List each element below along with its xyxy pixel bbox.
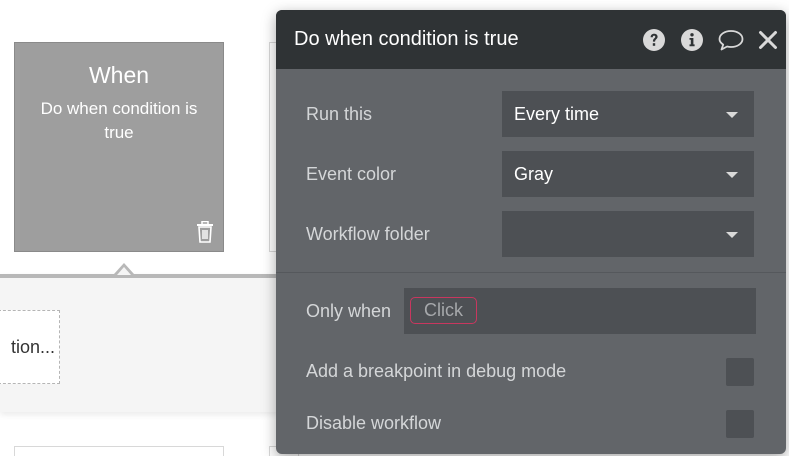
panel-header: Do when condition is true	[276, 10, 786, 69]
close-icon[interactable]	[758, 30, 778, 50]
only-when-condition-input[interactable]: Click	[404, 288, 756, 334]
event-color-row: Event color Gray	[306, 151, 754, 197]
chevron-down-icon	[726, 112, 738, 118]
chevron-down-icon	[726, 232, 738, 238]
help-icon[interactable]	[642, 28, 666, 52]
trash-icon[interactable]	[195, 221, 215, 243]
only-when-row: Only when Click	[306, 288, 756, 334]
event-card-when[interactable]: When Do when condition is true	[14, 42, 224, 252]
info-icon[interactable]	[680, 28, 704, 52]
disable-workflow-checkbox[interactable]	[726, 410, 754, 438]
condition-action-box[interactable]: tion...	[0, 310, 60, 384]
section-divider	[276, 272, 786, 273]
workflow-card-outline-bottom	[14, 446, 224, 456]
only-when-label: Only when	[306, 301, 392, 321]
workflow-folder-row: Workflow folder	[306, 211, 754, 257]
workflow-folder-label: Workflow folder	[306, 224, 430, 244]
event-card-subtitle: Do when condition is true	[40, 99, 198, 142]
property-editor-panel: Do when condition is true Run this Every…	[276, 10, 786, 454]
workflow-folder-dropdown[interactable]	[502, 211, 754, 257]
disable-workflow-label: Disable workflow	[306, 413, 442, 433]
comment-icon[interactable]	[718, 28, 744, 52]
breakpoint-checkbox[interactable]	[726, 358, 754, 386]
run-this-row: Run this Every time	[306, 91, 754, 137]
run-this-value: Every time	[514, 104, 600, 124]
breakpoint-label: Add a breakpoint in debug mode	[306, 361, 567, 381]
breakpoint-row: Add a breakpoint in debug mode	[306, 348, 754, 394]
selection-pointer-inner	[117, 267, 131, 275]
header-icons	[628, 28, 778, 52]
disable-workflow-row: Disable workflow	[306, 400, 754, 446]
chevron-down-icon	[726, 172, 738, 178]
click-placeholder-chip[interactable]: Click	[410, 297, 477, 324]
event-color-value: Gray	[514, 164, 554, 184]
event-card-title: When	[88, 62, 150, 88]
event-color-label: Event color	[306, 164, 397, 184]
event-color-dropdown[interactable]: Gray	[502, 151, 754, 197]
run-this-dropdown[interactable]: Every time	[502, 91, 754, 137]
run-this-label: Run this	[306, 104, 373, 124]
